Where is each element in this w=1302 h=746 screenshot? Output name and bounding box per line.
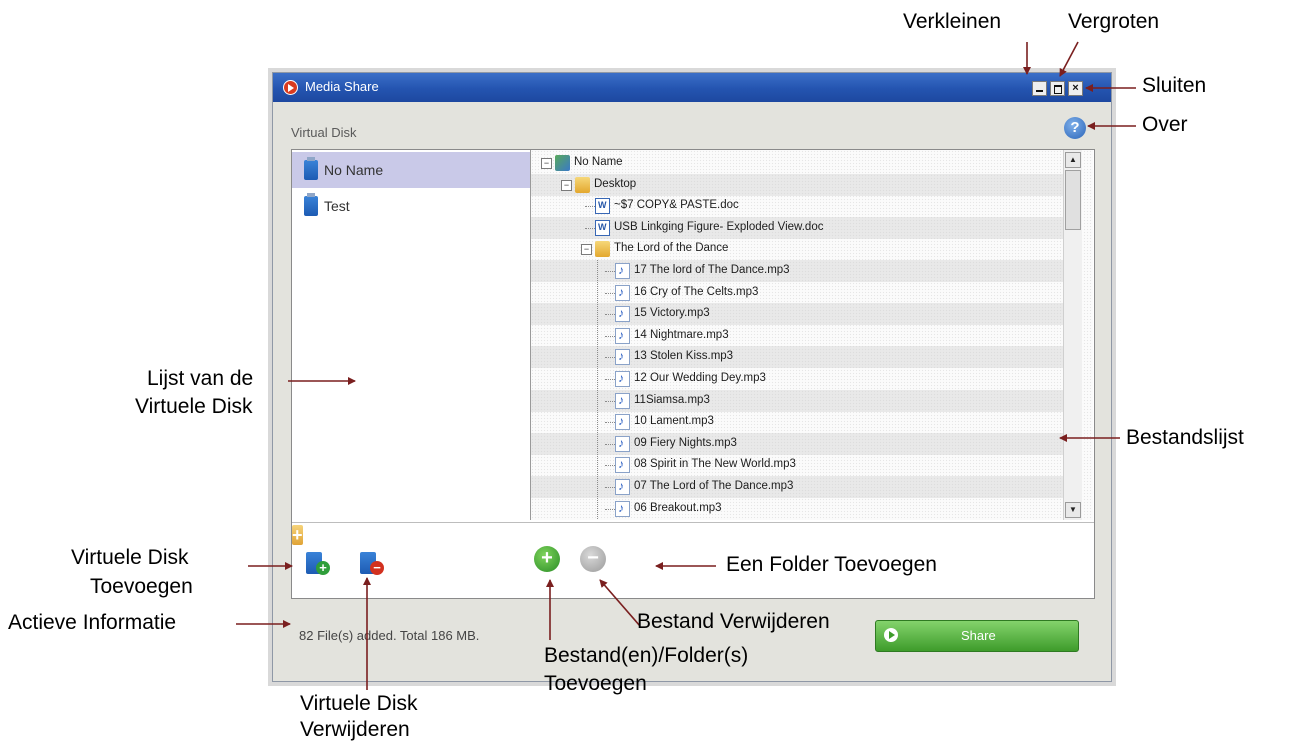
callout-disk-list-line1: Lijst van de [147,367,254,390]
callout-remove-file: Bestand Verwijderen [637,610,830,633]
arrow-maximize [1059,41,1079,77]
callout-help: Over [1142,113,1188,136]
arrow-remove-file [599,579,641,627]
callout-status: Actieve Informatie [8,611,177,634]
callout-remove-disk-line2: Verwijderen [300,718,410,741]
callout-disk-list-line2: Virtuele Disk [135,395,253,418]
callout-remove-disk-line1: Virtuele Disk [300,692,418,715]
callout-close: Sluiten [1142,74,1207,97]
callout-add-disk-line2: Toevoegen [90,575,193,598]
callout-add-disk-line1: Virtuele Disk [71,546,189,569]
callout-minimize: Verkleinen [903,10,1002,33]
callout-add-file-line2: Toevoegen [544,672,647,695]
callout-maximize: Vergroten [1068,10,1160,33]
callout-add-folder: Een Folder Toevoegen [726,553,937,576]
callout-file-list: Bestandslijst [1126,426,1244,449]
callout-add-file-line1: Bestand(en)/Folder(s) [544,644,749,667]
